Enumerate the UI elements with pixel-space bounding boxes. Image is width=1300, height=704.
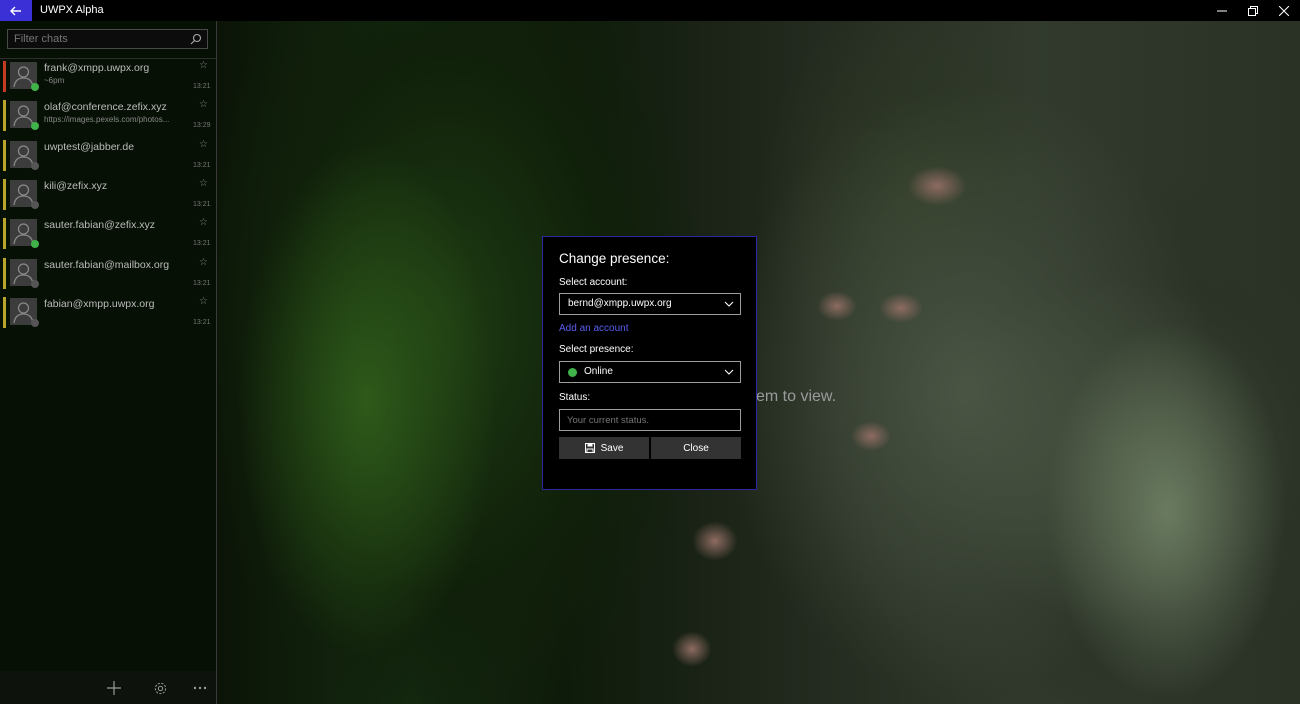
online-status-dot — [568, 368, 577, 377]
chat-accent-bar — [3, 257, 6, 289]
settings-button[interactable] — [150, 678, 170, 698]
chat-accent-bar — [3, 178, 6, 210]
chat-list-item[interactable]: sauter.fabian@mailbox.org ☆ 13:21 — [0, 256, 216, 293]
chat-time: 13:21 — [193, 240, 211, 248]
dialog-title: Change presence: — [559, 251, 670, 266]
save-icon — [584, 443, 595, 453]
star-icon[interactable]: ☆ — [199, 257, 208, 268]
title-bar: UWPX Alpha — [0, 0, 1300, 21]
chat-accent-bar — [3, 218, 6, 250]
filter-chats-input[interactable] — [8, 30, 189, 48]
chevron-down-icon — [724, 301, 734, 307]
more-icon — [193, 686, 207, 690]
chat-accent-bar — [3, 139, 6, 171]
presence-select-value: Online — [584, 366, 613, 377]
status-label: Status: — [559, 392, 591, 403]
chat-time: 13:21 — [193, 318, 211, 326]
restore-icon — [1248, 5, 1258, 16]
chat-time: 13:21 — [193, 161, 211, 169]
chat-list-item[interactable]: frank@xmpp.uwpx.org ~6pm ☆ 13:21 — [0, 59, 216, 96]
minimize-icon — [1217, 10, 1227, 11]
select-account-label: Select account: — [559, 277, 628, 288]
presence-dot — [31, 200, 39, 209]
add-chat-button[interactable] — [104, 678, 124, 698]
chat-name: sauter.fabian@zefix.xyz — [44, 219, 156, 232]
back-arrow-icon — [10, 6, 21, 15]
presence-dot — [31, 83, 39, 91]
presence-dot — [31, 161, 39, 170]
minimize-button[interactable] — [1205, 0, 1239, 21]
chat-accent-bar — [3, 296, 6, 328]
chat-list-item[interactable]: olaf@conference.zefix.xyz https://images.… — [0, 98, 216, 135]
chat-accent-bar — [3, 100, 6, 132]
chat-time: 13:21 — [193, 83, 211, 90]
close-icon — [1279, 5, 1289, 16]
presence-select[interactable]: Online — [559, 361, 741, 383]
plus-icon — [107, 681, 121, 695]
chevron-down-icon — [724, 369, 734, 375]
sidebar-command-bar — [0, 671, 216, 704]
save-button[interactable]: Save — [559, 437, 649, 459]
close-window-button[interactable] — [1267, 0, 1300, 21]
chat-list-item[interactable]: kili@zefix.xyz ☆ 13:21 — [0, 177, 216, 214]
filter-box[interactable] — [7, 29, 208, 49]
chat-sidebar: frank@xmpp.uwpx.org ~6pm ☆ 13:21 olaf@confer… — [0, 21, 217, 704]
chat-time: 13:21 — [193, 200, 211, 208]
chat-name: frank@xmpp.uwpx.org — [44, 62, 150, 74]
gear-icon — [154, 682, 166, 694]
empty-chat-hint: em to view. — [756, 388, 837, 405]
account-select[interactable]: bernd@xmpp.uwpx.org — [559, 293, 741, 315]
back-button[interactable] — [0, 0, 32, 21]
chat-name: olaf@conference.zefix.xyz — [44, 101, 167, 114]
app-title: UWPX Alpha — [40, 4, 104, 16]
star-icon[interactable]: ☆ — [199, 296, 208, 307]
restore-button[interactable] — [1236, 0, 1270, 21]
search-icon[interactable] — [189, 32, 203, 46]
chat-last-message: https://images.pexels.com/photos... — [44, 115, 170, 125]
change-presence-dialog: Change presence: Select account: bernd@x… — [542, 236, 757, 490]
status-input[interactable] — [560, 410, 740, 431]
chat-name: kili@zefix.xyz — [44, 179, 108, 192]
background-image — [217, 21, 1300, 704]
chat-list-item[interactable]: uwptest@jabber.de ☆ 13:21 — [0, 138, 216, 175]
more-options-button[interactable] — [190, 678, 210, 698]
chat-time: 13:29 — [193, 122, 211, 130]
star-icon[interactable]: ☆ — [199, 139, 208, 150]
chat-accent-bar — [3, 61, 6, 92]
star-icon[interactable]: ☆ — [199, 217, 208, 228]
chat-name: uwptest@jabber.de — [44, 140, 135, 153]
status-field[interactable] — [559, 409, 741, 431]
close-button[interactable]: Close — [651, 437, 741, 459]
star-icon[interactable]: ☆ — [199, 60, 208, 71]
presence-dot — [31, 122, 39, 131]
close-button-label: Close — [683, 442, 709, 454]
presence-dot — [31, 240, 39, 249]
star-icon[interactable]: ☆ — [199, 178, 208, 189]
presence-dot — [31, 279, 39, 288]
add-account-link[interactable]: Add an account — [559, 323, 629, 334]
select-presence-label: Select presence: — [559, 344, 634, 355]
chat-list-item[interactable]: sauter.fabian@zefix.xyz ☆ 13:21 — [0, 216, 216, 253]
chat-name: sauter.fabian@mailbox.org — [44, 258, 170, 271]
chat-list-item[interactable]: fabian@xmpp.uwpx.org ☆ 13:21 — [0, 295, 216, 332]
save-button-label: Save — [600, 442, 624, 454]
account-select-value: bernd@xmpp.uwpx.org — [568, 298, 672, 309]
chat-time: 13:21 — [193, 279, 211, 287]
star-icon[interactable]: ☆ — [199, 99, 208, 110]
chat-last-message: ~6pm — [44, 76, 65, 85]
presence-dot — [31, 318, 39, 327]
chat-name: fabian@xmpp.uwpx.org — [44, 297, 155, 310]
